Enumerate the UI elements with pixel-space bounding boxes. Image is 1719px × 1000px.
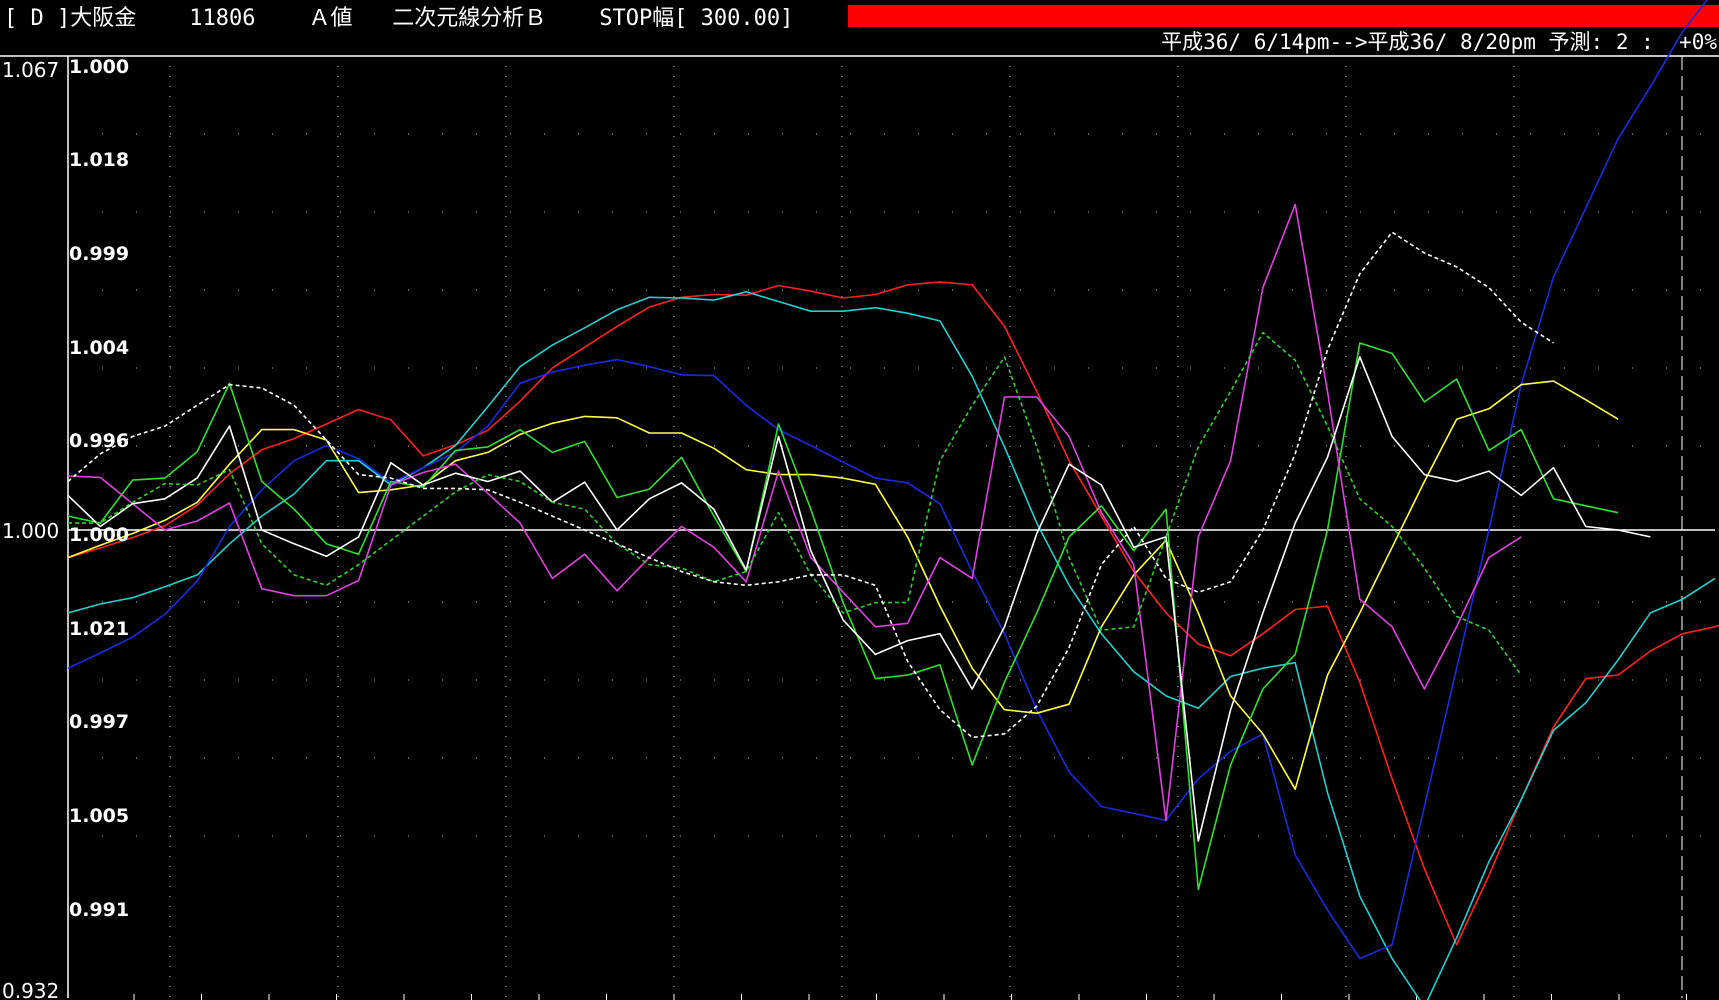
series-line-1	[67, 281, 1719, 946]
left-label-top: 1.067	[2, 58, 59, 82]
axis-labels: 1.067 1.000 0.932 1.000 1.018 0.999 1.004 0.996…	[2, 56, 129, 1000]
inner-tick-label: 1.000	[69, 524, 129, 546]
inner-tick-label: 0.999	[69, 243, 129, 265]
series-line-2	[67, 290, 1716, 1000]
series-line-9	[67, 231, 1554, 739]
inner-tick-label: 1.021	[69, 618, 129, 640]
series-group	[67, 0, 1719, 1000]
inner-tick-label: 1.000	[69, 56, 129, 78]
inner-tick-label: 1.005	[69, 805, 129, 827]
inner-tick-label: 0.996	[69, 430, 129, 452]
inner-tick-label: 1.018	[69, 149, 129, 171]
left-label-base: 1.000	[2, 519, 59, 543]
inner-tick-label: 0.991	[69, 899, 129, 921]
series-line-3	[67, 0, 1709, 960]
series-line-6	[67, 203, 1522, 822]
series-line-4	[67, 380, 1619, 791]
inner-tick-label: 0.997	[69, 711, 129, 733]
left-label-bottom: 0.932	[2, 979, 59, 1000]
line-chart: 1.067 1.000 0.932 1.000 1.018 0.999 1.004 0.996…	[0, 0, 1719, 1000]
grid	[0, 55, 1719, 1000]
series-line-7	[67, 356, 1651, 842]
inner-tick-label: 1.004	[69, 337, 129, 359]
series-line-5	[67, 342, 1619, 891]
